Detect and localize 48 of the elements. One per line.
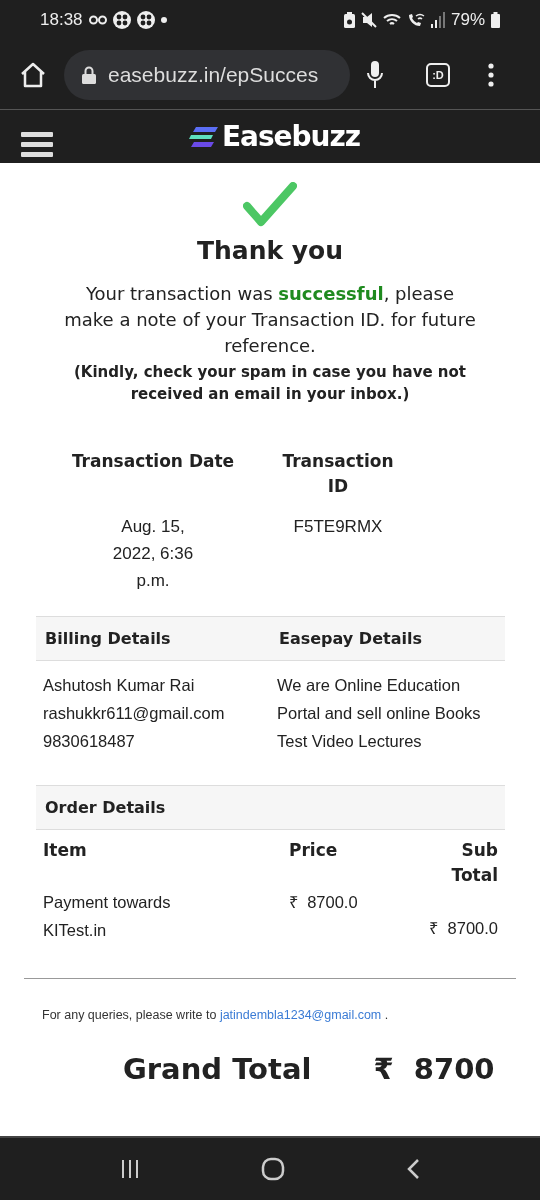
column-heading: Price — [289, 839, 339, 862]
signal-icon — [430, 12, 445, 28]
billing-line: 9830618487 — [43, 731, 136, 752]
logo-icon — [187, 126, 218, 147]
column-heading: Item — [43, 839, 88, 862]
table-cell-text: ₹ 8700.0 — [289, 892, 359, 913]
billing-line: Ashutosh Kumar Rai — [43, 675, 196, 696]
column-heading: Sub Total — [450, 839, 498, 887]
column-heading: Transaction ID — [281, 450, 395, 498]
grand-total-amount: ₹ 8700 — [373, 1052, 495, 1086]
email-link[interactable]: jatindembla1234@gmail.com — [219, 1008, 382, 1022]
mute-icon — [360, 12, 377, 28]
recents-icon[interactable] — [120, 1159, 141, 1179]
battery-icon — [491, 12, 500, 28]
page-title: Thank you — [195, 236, 345, 265]
success-message: Your transaction was successful, please make a note of your Transaction ID. for future reference. — [63, 282, 477, 358]
column-heading: Easepay Details — [278, 629, 423, 648]
glasses-icon — [88, 15, 107, 25]
logo-text: Easebuzz — [221, 120, 361, 153]
home-button-icon[interactable] — [261, 1157, 285, 1181]
table-cell-text: Payment towards KITest.in — [43, 892, 172, 941]
table-header: Order Details — [36, 785, 505, 830]
spam-note: (Kindly, check your spam in case you have not received an email in your inbox.) — [72, 362, 468, 405]
wifi-call-icon — [406, 12, 425, 28]
table-cell-text: ₹ 8700.0 — [428, 918, 498, 939]
back-icon[interactable] — [405, 1158, 420, 1180]
app-icon — [112, 11, 131, 29]
column-heading: Billing Details — [44, 629, 172, 648]
status-time: 18:38 — [40, 10, 83, 30]
transaction-id: F5TE9RMX — [292, 516, 384, 538]
microphone-icon[interactable] — [366, 60, 384, 89]
contact-note: For any queries, please write to jatindembla1234@gmail.com . — [42, 1008, 390, 1022]
wifi-icon — [382, 12, 401, 28]
battery-saver-icon — [343, 12, 355, 28]
transaction-date: Aug. 15, 2022, 6:36 p.m. — [111, 516, 195, 592]
lock-icon — [82, 65, 96, 84]
billing-line: rashukkr611@gmail.com — [43, 703, 226, 724]
easepay-description: We are Online Education Portal and sell online Books Test Video Lectures — [276, 675, 482, 752]
dot-icon — [160, 17, 167, 23]
column-heading: Transaction Date — [70, 450, 236, 473]
battery-percent: 79% — [450, 10, 485, 30]
checkmark-icon — [243, 182, 297, 228]
grand-total-label: Grand Total — [123, 1052, 312, 1086]
menu-icon[interactable] — [21, 132, 53, 158]
more-icon[interactable] — [488, 62, 494, 87]
address-bar[interactable]: easebuzz.in/epSucces — [64, 49, 350, 100]
tab-switcher[interactable]: :D — [426, 62, 450, 87]
app-icon — [136, 11, 155, 29]
